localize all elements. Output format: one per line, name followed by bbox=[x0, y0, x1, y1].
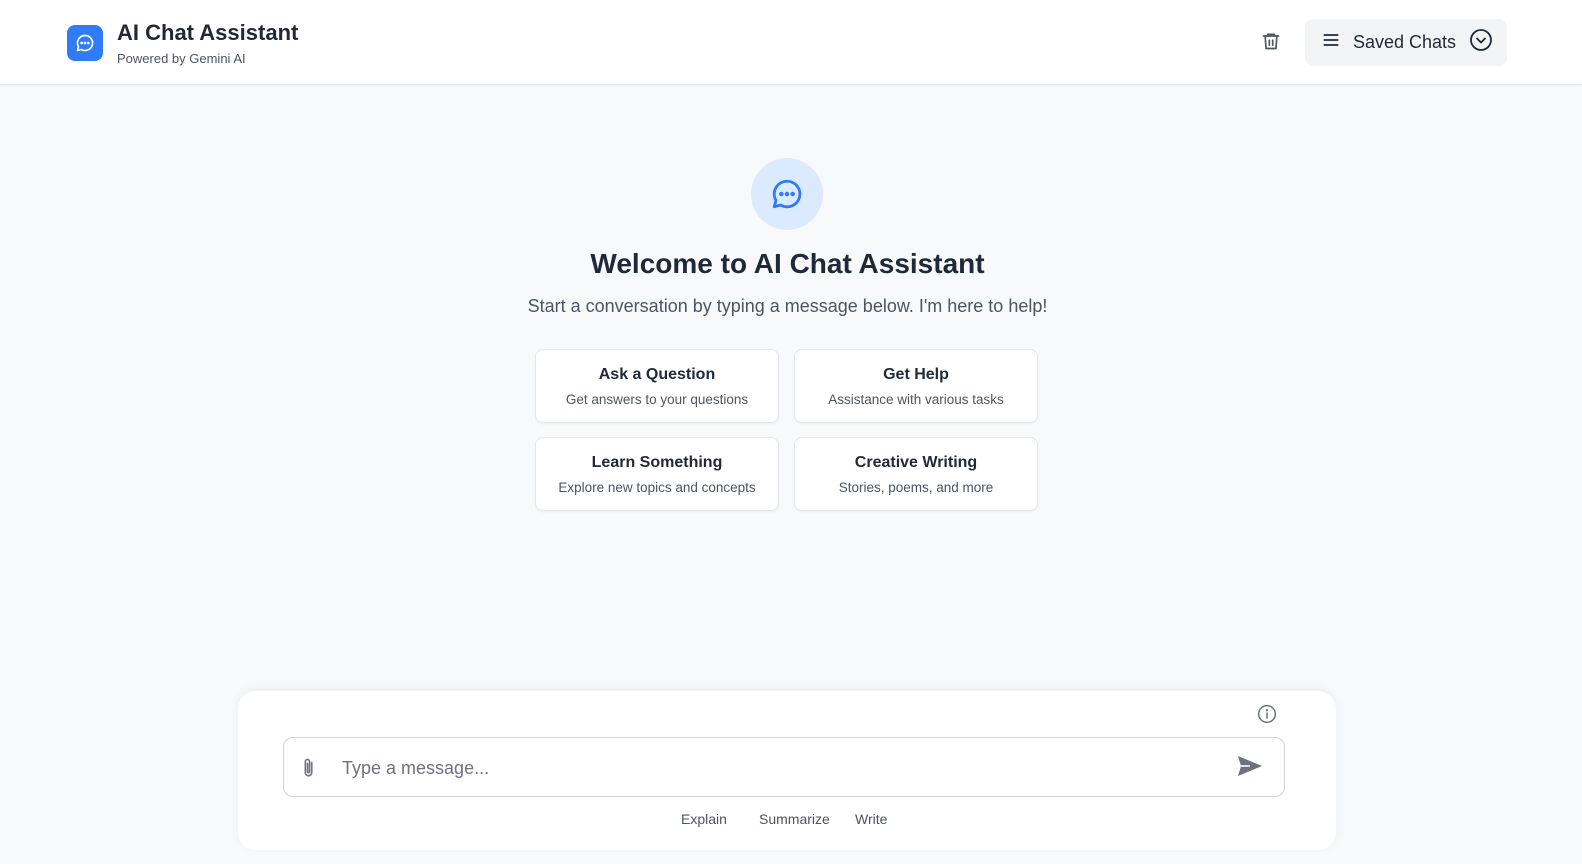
card-subtitle: Assistance with various tasks bbox=[828, 392, 1004, 407]
message-input-container bbox=[283, 737, 1285, 797]
quick-action-write[interactable]: Write bbox=[855, 811, 887, 827]
paperclip-icon bbox=[301, 757, 317, 784]
quick-action-explain[interactable]: Explain bbox=[681, 811, 727, 827]
suggestion-card-ask-question[interactable]: Ask a Question Get answers to your quest… bbox=[535, 349, 779, 423]
card-title: Ask a Question bbox=[598, 366, 716, 383]
app-title: AI Chat Assistant bbox=[117, 20, 299, 45]
saved-chats-label: Saved Chats bbox=[1353, 32, 1457, 52]
suggestion-card-creative-writing[interactable]: Creative Writing Stories, poems, and mor… bbox=[794, 437, 1038, 511]
attach-button[interactable] bbox=[298, 757, 320, 783]
info-button[interactable] bbox=[1256, 704, 1278, 729]
menu-icon bbox=[1321, 30, 1341, 55]
suggestion-card-get-help[interactable]: Get Help Assistance with various tasks bbox=[794, 349, 1038, 423]
card-title: Creative Writing bbox=[854, 454, 978, 471]
app-header: AI Chat Assistant Powered by Gemini AI S… bbox=[0, 0, 1582, 85]
chevron-down-circle-icon bbox=[1469, 28, 1493, 57]
chat-bubble-icon bbox=[67, 25, 103, 61]
welcome-title: Welcome to AI Chat Assistant bbox=[590, 248, 985, 279]
app-subtitle: Powered by Gemini AI bbox=[117, 51, 246, 66]
message-input[interactable] bbox=[342, 748, 1222, 788]
card-subtitle: Explore new topics and concepts bbox=[558, 480, 756, 495]
send-button[interactable] bbox=[1234, 753, 1266, 783]
message-composer: Explain Summarize Write bbox=[238, 691, 1336, 850]
suggestion-card-learn-something[interactable]: Learn Something Explore new topics and c… bbox=[535, 437, 779, 511]
card-subtitle: Get answers to your questions bbox=[565, 392, 749, 407]
info-icon bbox=[1257, 704, 1277, 729]
saved-chats-button[interactable]: Saved Chats bbox=[1305, 19, 1507, 66]
trash-icon bbox=[1261, 30, 1281, 57]
card-subtitle: Stories, poems, and more bbox=[838, 480, 994, 495]
quick-action-summarize[interactable]: Summarize bbox=[759, 811, 830, 827]
send-icon bbox=[1236, 754, 1264, 783]
welcome-subtitle: Start a conversation by typing a message… bbox=[527, 296, 1048, 316]
card-title: Get Help bbox=[883, 366, 949, 383]
clear-chat-button[interactable] bbox=[1255, 29, 1287, 57]
card-title: Learn Something bbox=[591, 454, 723, 471]
welcome-chat-icon bbox=[751, 158, 823, 230]
